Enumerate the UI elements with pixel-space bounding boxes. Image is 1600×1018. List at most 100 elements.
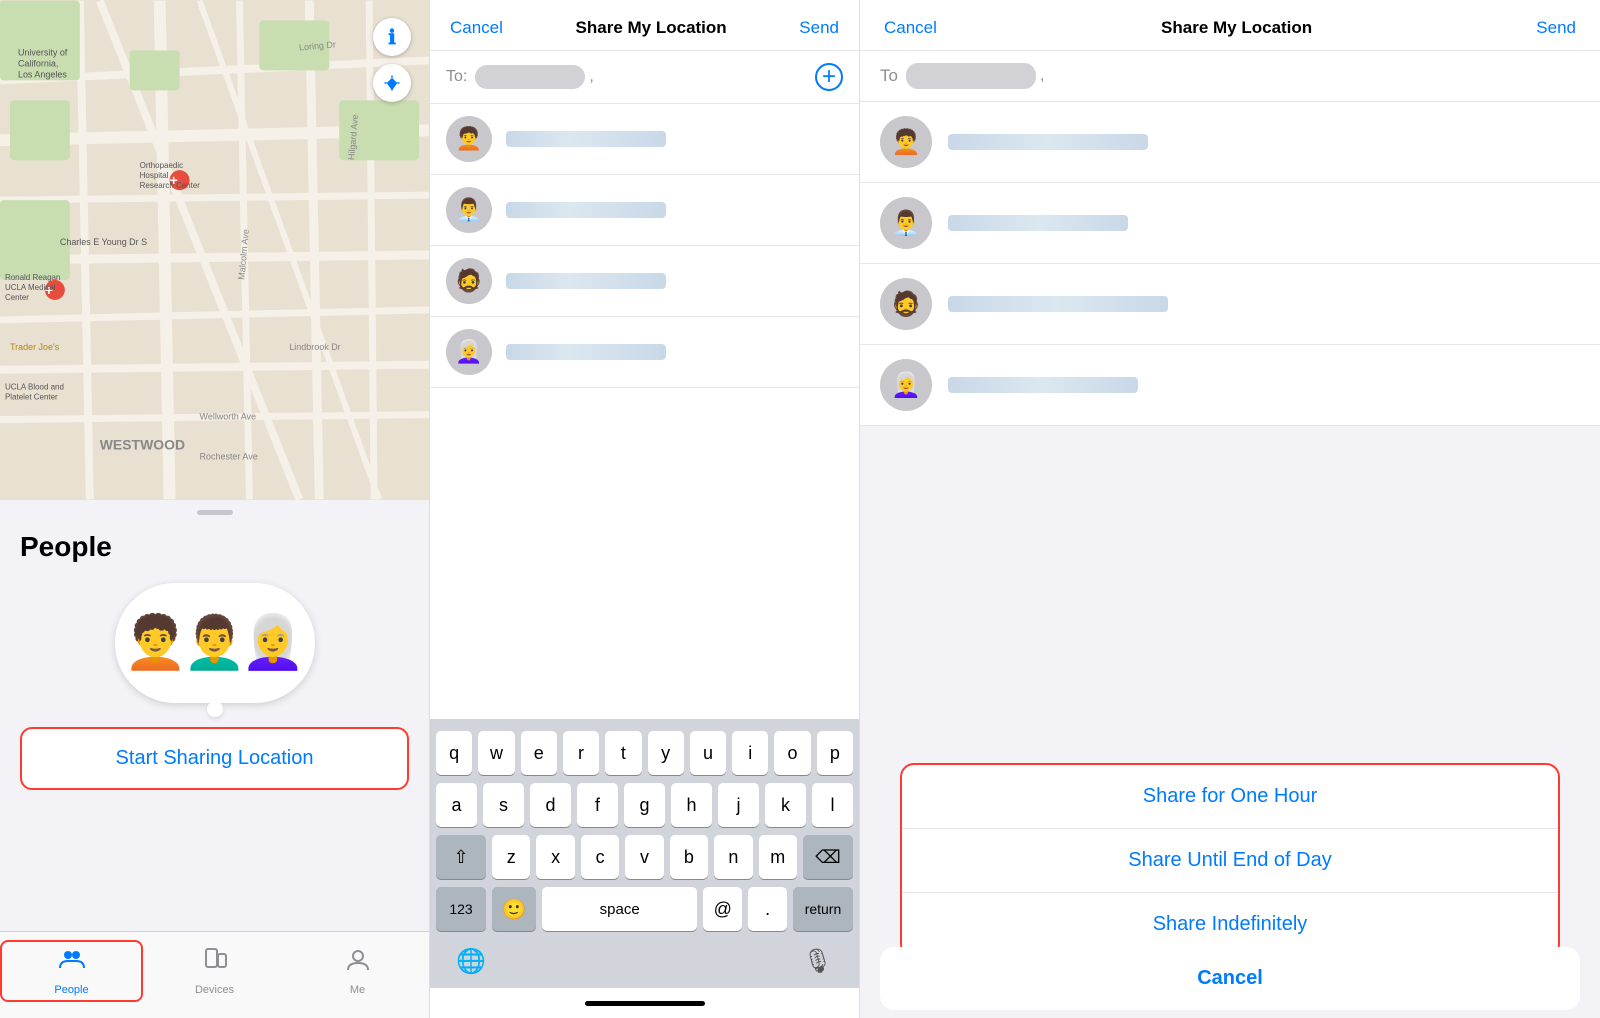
p3-name-blur-3: [948, 296, 1168, 312]
contact-item[interactable]: 👨‍💼: [430, 175, 859, 246]
avatar-1: 🧑‍🦱: [123, 617, 188, 669]
key-globe[interactable]: 🌐: [456, 947, 486, 976]
tab-people[interactable]: People: [0, 940, 143, 1002]
key-mic[interactable]: 🎙: [803, 947, 833, 976]
key-period[interactable]: .: [748, 887, 787, 931]
key-numbers[interactable]: 123: [436, 887, 486, 931]
keyboard-row-3: ⇧ z x c v b n m ⌫: [436, 835, 853, 879]
svg-text:University of: University of: [18, 47, 68, 57]
svg-text:WESTWOOD: WESTWOOD: [100, 437, 185, 453]
tab-people-label: People: [54, 984, 88, 996]
key-v[interactable]: v: [625, 835, 663, 879]
people-title: People: [20, 531, 409, 563]
send-button-p3[interactable]: Send: [1536, 18, 1576, 38]
contact-avatar-4: 👩‍🦳: [446, 329, 492, 375]
key-r[interactable]: r: [563, 731, 599, 775]
cancel-button-p3[interactable]: Cancel: [884, 18, 937, 38]
contact-item[interactable]: 🧑‍🦱: [430, 104, 859, 175]
bottom-bar-p2: [430, 988, 859, 1018]
key-f[interactable]: f: [577, 783, 618, 827]
p3-contact-item[interactable]: 🧔: [860, 264, 1600, 345]
svg-text:Research Center: Research Center: [140, 181, 201, 190]
key-space[interactable]: space: [542, 887, 697, 931]
to-field-p3: To ,: [860, 51, 1600, 102]
key-n[interactable]: n: [714, 835, 752, 879]
nav-title-p2: Share My Location: [576, 18, 727, 38]
share-one-hour-button[interactable]: Share for One Hour: [902, 765, 1558, 829]
location-button[interactable]: [373, 64, 411, 102]
key-w[interactable]: w: [478, 731, 514, 775]
key-b[interactable]: b: [670, 835, 708, 879]
home-indicator-p2: [585, 1001, 705, 1006]
keyboard-row-4: 123 🙂 space @ . return: [436, 887, 853, 931]
contact-item[interactable]: 🧔: [430, 246, 859, 317]
contact-item[interactable]: 👩‍🦳: [430, 317, 859, 388]
start-sharing-button[interactable]: Start Sharing Location: [20, 727, 409, 790]
key-z[interactable]: z: [492, 835, 530, 879]
svg-text:Trader Joe's: Trader Joe's: [10, 342, 60, 352]
p3-contact-item[interactable]: 🧑‍🦱: [860, 102, 1600, 183]
key-l[interactable]: l: [812, 783, 853, 827]
send-button-p2[interactable]: Send: [799, 18, 839, 38]
key-m[interactable]: m: [759, 835, 797, 879]
key-y[interactable]: y: [648, 731, 684, 775]
p3-avatar-4: 👩‍🦳: [880, 359, 932, 411]
devices-icon: [201, 946, 229, 981]
keyboard-row-2: a s d f g h j k l: [436, 783, 853, 827]
svg-text:Orthopaedic: Orthopaedic: [140, 161, 183, 170]
contact-avatar-3: 🧔: [446, 258, 492, 304]
svg-text:Lindbrook Dr: Lindbrook Dr: [289, 342, 340, 352]
contact-avatar-1: 🧑‍🦱: [446, 116, 492, 162]
panel-share-location: Cancel Share My Location Send To: , + 🧑‍…: [430, 0, 860, 1018]
p3-contact-item[interactable]: 👨‍💼: [860, 183, 1600, 264]
contact-name-blur-3: [506, 273, 666, 289]
action-sheet: Share for One Hour Share Until End of Da…: [900, 763, 1560, 958]
key-x[interactable]: x: [536, 835, 574, 879]
avatar-group: 🧑‍🦱 👨‍🦱 👩‍🦳: [20, 583, 409, 703]
key-k[interactable]: k: [765, 783, 806, 827]
key-s[interactable]: s: [483, 783, 524, 827]
key-emoji[interactable]: 🙂: [492, 887, 536, 931]
key-o[interactable]: o: [774, 731, 810, 775]
to-chip-p2: [475, 65, 585, 89]
share-end-of-day-button[interactable]: Share Until End of Day: [902, 829, 1558, 893]
svg-text:Hospital: Hospital: [140, 171, 169, 180]
tab-devices-label: Devices: [195, 984, 234, 996]
contact-avatar-2: 👨‍💼: [446, 187, 492, 233]
key-c[interactable]: c: [581, 835, 619, 879]
key-u[interactable]: u: [690, 731, 726, 775]
key-p[interactable]: p: [817, 731, 853, 775]
key-t[interactable]: t: [605, 731, 641, 775]
nav-bar-p2: Cancel Share My Location Send: [430, 0, 859, 51]
p3-avatar-2: 👨‍💼: [880, 197, 932, 249]
p3-contact-item[interactable]: 👩‍🦳: [860, 345, 1600, 426]
tab-me[interactable]: Me: [286, 940, 429, 1002]
key-at[interactable]: @: [703, 887, 742, 931]
cancel-action-button[interactable]: Cancel: [880, 947, 1580, 1010]
svg-text:UCLA Medical: UCLA Medical: [5, 283, 56, 292]
key-e[interactable]: e: [521, 731, 557, 775]
key-h[interactable]: h: [671, 783, 712, 827]
me-icon: [344, 946, 372, 981]
tab-bar: People Devices Me: [0, 931, 429, 1018]
panel3-inner: Cancel Share My Location Send To , 🧑‍🦱 👨…: [860, 0, 1600, 1018]
info-button[interactable]: ℹ: [373, 18, 411, 56]
key-delete[interactable]: ⌫: [803, 835, 853, 879]
key-q[interactable]: q: [436, 731, 472, 775]
svg-text:Platelet Center: Platelet Center: [5, 393, 58, 402]
add-recipient-button[interactable]: +: [815, 63, 843, 91]
key-j[interactable]: j: [718, 783, 759, 827]
cancel-button-p2[interactable]: Cancel: [450, 18, 503, 38]
contact-name-blur-2: [506, 202, 666, 218]
key-i[interactable]: i: [732, 731, 768, 775]
key-a[interactable]: a: [436, 783, 477, 827]
key-shift[interactable]: ⇧: [436, 835, 486, 879]
key-d[interactable]: d: [530, 783, 571, 827]
key-g[interactable]: g: [624, 783, 665, 827]
nav-title-p3: Share My Location: [1161, 18, 1312, 38]
contact-name-blur-1: [506, 131, 666, 147]
tab-devices[interactable]: Devices: [143, 940, 286, 1002]
avatar-bubble: 🧑‍🦱 👨‍🦱 👩‍🦳: [115, 583, 315, 703]
contact-list-p2: 🧑‍🦱 👨‍💼 🧔 👩‍🦳: [430, 104, 859, 719]
key-return[interactable]: return: [793, 887, 853, 931]
